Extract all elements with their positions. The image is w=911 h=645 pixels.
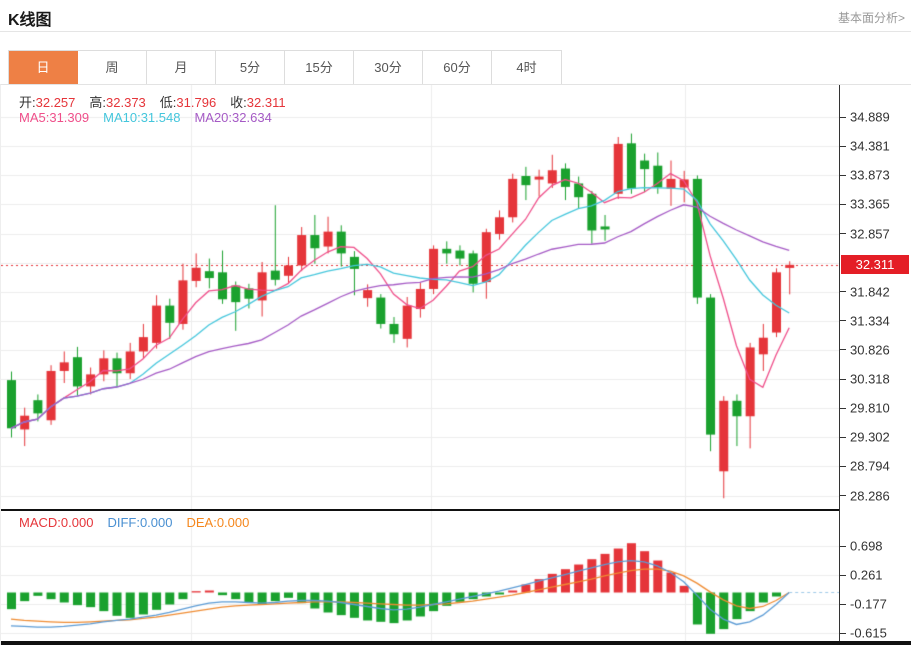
tab-日[interactable]: 日 xyxy=(9,51,78,84)
axis-tick-mark xyxy=(839,349,846,350)
readout-value: 0.000 xyxy=(140,515,173,530)
axis-tick-mark xyxy=(839,495,846,496)
axis-tick-label: 30.318 xyxy=(850,372,890,387)
readout-label: MACD: xyxy=(19,515,61,530)
readout-value: 0.000 xyxy=(61,515,94,530)
axis-tick-mark xyxy=(839,633,846,634)
macd-readout: MACD:0.000DIFF:0.000DEA:0.000 xyxy=(19,515,263,530)
axis-tick-mark xyxy=(839,604,846,605)
ma-readout: MA5:31.309 MA10:31.548 MA20:32.634 xyxy=(19,110,286,125)
candlestick-macd-canvas[interactable] xyxy=(1,85,839,645)
axis-tick-label: 30.826 xyxy=(850,342,890,357)
readout-label: MA20: xyxy=(194,110,232,125)
axis-tick-mark xyxy=(839,291,846,292)
axis-tick-label: 31.842 xyxy=(850,284,890,299)
axis-tick-label: 33.873 xyxy=(850,168,890,183)
axis-tick-label: -0.615 xyxy=(850,626,887,641)
tab-4时[interactable]: 4时 xyxy=(492,51,561,84)
axis-tick-label: 28.286 xyxy=(850,488,890,503)
axis-tick-label: 29.810 xyxy=(850,401,890,416)
axis-tick-label: 29.302 xyxy=(850,430,890,445)
readout-label: DEA: xyxy=(186,515,216,530)
axis-tick-mark xyxy=(839,204,846,205)
header-divider xyxy=(0,31,911,32)
current-price-badge: 32.311 xyxy=(841,255,909,274)
readout-value: 31.548 xyxy=(141,110,181,125)
tab-周[interactable]: 周 xyxy=(78,51,147,84)
readout-value: 31.309 xyxy=(49,110,89,125)
readout-label: DIFF: xyxy=(107,515,140,530)
axis-tick-label: 0.698 xyxy=(850,539,883,554)
axis-tick-mark xyxy=(839,320,846,321)
axis-tick-mark xyxy=(839,546,846,547)
readout-label: 高: xyxy=(89,95,106,110)
axis-tick-label: 34.889 xyxy=(850,110,890,125)
readout-label: MA10: xyxy=(103,110,141,125)
readout-label: 开: xyxy=(19,95,36,110)
readout-value: 32.311 xyxy=(247,95,286,110)
tab-5分[interactable]: 5分 xyxy=(216,51,285,84)
axis-tick-label: 33.365 xyxy=(850,197,890,212)
readout-value: 31.796 xyxy=(176,95,216,110)
readout-value: 0.000 xyxy=(217,515,250,530)
axis-tick-label: 0.261 xyxy=(850,568,883,583)
period-tabbar: 日周月5分15分30分60分4时 xyxy=(8,50,562,85)
axis-tick-mark xyxy=(839,146,846,147)
axis-tick-mark xyxy=(839,575,846,576)
axis-tick-label: 28.794 xyxy=(850,459,890,474)
tab-60分[interactable]: 60分 xyxy=(423,51,492,84)
tab-15分[interactable]: 15分 xyxy=(285,51,354,84)
readout-value: 32.634 xyxy=(232,110,272,125)
fundamental-analysis-link[interactable]: 基本面分析> xyxy=(838,9,905,26)
kline-widget: K线图 基本面分析> 日周月5分15分30分60分4时 开:32.257高:32… xyxy=(0,0,911,645)
axis-tick-mark xyxy=(839,233,846,234)
axis-tick-label: 32.857 xyxy=(850,226,890,241)
readout-label: 低: xyxy=(160,95,177,110)
axis-tick-mark xyxy=(839,117,846,118)
axis-tick-label: 31.334 xyxy=(850,313,890,328)
axis-tick-label: 34.381 xyxy=(850,139,890,154)
readout-label: MA5: xyxy=(19,110,49,125)
axis-tick-label: -0.177 xyxy=(850,597,887,612)
readout-value: 32.257 xyxy=(36,95,76,110)
tab-30分[interactable]: 30分 xyxy=(354,51,423,84)
axis-tick-mark xyxy=(839,408,846,409)
page-title: K线图 xyxy=(8,6,52,30)
ohlc-readout: 开:32.257 高:32.373 低:31.796 收:32.311 xyxy=(19,92,300,111)
readout-value: 32.373 xyxy=(106,95,146,110)
axis-tick-mark xyxy=(839,175,846,176)
tab-月[interactable]: 月 xyxy=(147,51,216,84)
axis-tick-mark xyxy=(839,437,846,438)
axis-tick-mark xyxy=(839,379,846,380)
panel-separator xyxy=(1,509,839,511)
bottom-scroll-bar[interactable] xyxy=(1,641,911,645)
chart-area: 开:32.257高:32.373低:31.796收:32.311 MA5:31.… xyxy=(0,84,911,645)
readout-label: 收: xyxy=(230,95,247,110)
price-axis-line xyxy=(839,85,840,641)
axis-tick-mark xyxy=(839,466,846,467)
